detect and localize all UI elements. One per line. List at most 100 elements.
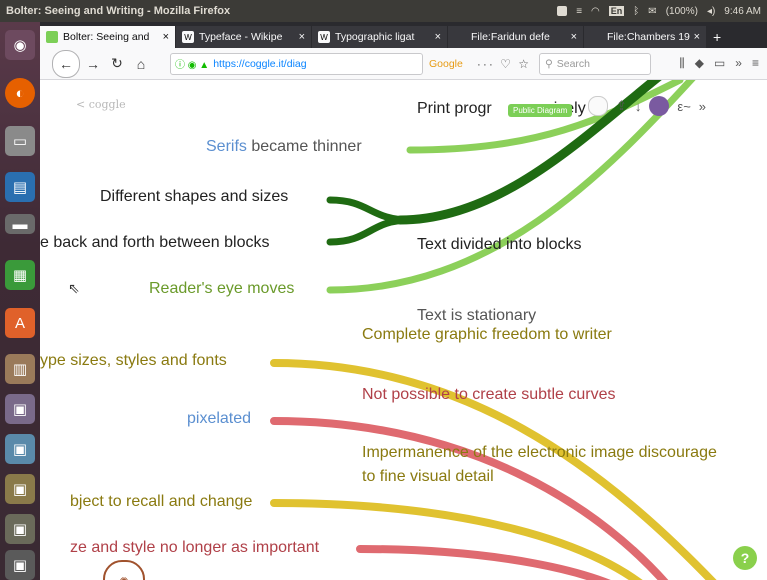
tab-label: File:Chambers 19 [607, 31, 690, 43]
mouse-cursor-icon: ⇖ [68, 280, 80, 296]
expand-icon[interactable]: » [699, 99, 706, 114]
node-subtle[interactable]: Not possible to create subtle curves [362, 386, 615, 404]
close-icon[interactable]: × [571, 31, 577, 43]
overflow-icon[interactable]: » [735, 56, 742, 71]
coggle-logo[interactable]: < coggle [76, 98, 126, 111]
close-icon[interactable]: × [694, 31, 700, 43]
library-icon[interactable]: ⫼ [679, 56, 685, 71]
node-style[interactable]: ze and style no longer as important [70, 539, 319, 557]
node-serifs-keyword: Serifs [206, 138, 247, 155]
toolbar-icons: ⫼ ◆ ▭ » ≡ [679, 56, 767, 71]
node-impermanence-cont[interactable]: to fine visual detail [362, 468, 494, 486]
node-stationary[interactable]: Text is stationary [417, 307, 536, 325]
wikipedia-favicon-icon: W [318, 31, 330, 43]
search-engine-label[interactable]: Google [429, 58, 463, 70]
tab-coggle[interactable]: Bolter: Seeing and × [40, 26, 175, 48]
calc-icon[interactable]: ▦ [5, 260, 35, 290]
firefox-icon[interactable]: ◐ [5, 78, 35, 108]
close-icon[interactable]: × [299, 31, 305, 43]
app-icon[interactable]: ▣ [5, 550, 35, 580]
lock-icon: ⓘ ◉ ▲ [175, 60, 210, 71]
drive-icon[interactable]: ▬ [5, 214, 35, 234]
diagram-toolbar: ⇪ ↓ ε~ » [588, 96, 706, 116]
node-freedom[interactable]: Complete graphic freedom to writer [362, 326, 612, 344]
software-center-icon[interactable]: A [5, 308, 35, 338]
clock[interactable]: 9:46 AM [724, 6, 761, 17]
files-icon[interactable]: ▭ [5, 126, 35, 156]
node-shapes[interactable]: Different shapes and sizes [100, 188, 288, 206]
page-favicon-icon [590, 31, 602, 43]
share-icon[interactable]: ⇪ [616, 98, 627, 114]
download-icon[interactable]: ↓ [635, 99, 642, 114]
tab-faridun[interactable]: File:Faridun defe × [448, 26, 583, 48]
node-print-text: Print progr [417, 100, 492, 117]
comment-icon[interactable] [588, 96, 608, 116]
branch-recall [270, 499, 643, 580]
window-titlebar: Bolter: Seeing and Writing - Mozilla Fir… [0, 0, 767, 22]
search-placeholder: Search [556, 57, 591, 70]
node-text-blocks[interactable]: Text divided into blocks [417, 236, 582, 254]
tab-chambers[interactable]: File:Chambers 19 × [584, 26, 706, 48]
app-icon[interactable]: ▣ [5, 514, 35, 544]
tab-typeface[interactable]: W Typeface - Wikipe × [176, 26, 311, 48]
hamburger-menu-icon[interactable]: ≡ [752, 56, 759, 71]
menu-icon[interactable]: ≡ [576, 6, 582, 17]
node-pixelated[interactable]: pixelated [187, 410, 251, 428]
sidebar-icon[interactable]: ▭ [714, 56, 725, 71]
node-recall[interactable]: bject to recall and change [70, 493, 252, 511]
avatar[interactable] [649, 96, 670, 116]
wikipedia-favicon-icon: W [182, 31, 194, 43]
wifi-icon[interactable]: ◠ [591, 6, 600, 17]
writer-icon[interactable]: ▤ [5, 172, 35, 202]
close-icon[interactable]: × [435, 31, 441, 43]
battery-status[interactable]: (100%) [666, 6, 698, 17]
app-launcher: ◉ ◐ ▭ ▤ ▬ ▦ A ▥ ▣ ▣ ▣ ▣ ▣ [0, 22, 40, 580]
app-icon[interactable]: ▣ [5, 434, 35, 464]
reload-button[interactable]: ↻ [106, 53, 128, 75]
navigation-toolbar: ← → ↻ ⌂ ⓘ ◉ ▲ https://coggle.it/diag Goo… [40, 48, 767, 80]
volume-icon[interactable]: ◂) [707, 6, 715, 17]
ubuntu-dash-icon[interactable]: ◉ [5, 30, 35, 60]
close-icon[interactable]: × [163, 31, 169, 43]
node-serifs[interactable]: Serifs became thinner [206, 138, 362, 156]
tab-label: Typeface - Wikipe [199, 31, 283, 43]
public-diagram-badge: Public Diagram [508, 104, 573, 117]
window-title: Bolter: Seeing and Writing - Mozilla Fir… [6, 5, 231, 17]
tab-label: Typographic ligat [335, 31, 415, 43]
keyboard-language[interactable]: En [608, 6, 625, 16]
url-text: https://coggle.it/diag [213, 57, 307, 70]
branch-style [356, 545, 611, 580]
impress-icon[interactable]: ▥ [5, 354, 35, 384]
search-icon: ⚲ [545, 57, 553, 70]
tab-label: File:Faridun defe [471, 31, 550, 43]
app-icon[interactable]: ▣ [5, 394, 35, 424]
search-input[interactable]: ⚲ Search [539, 52, 652, 75]
coggle-canvas[interactable]: < coggle Print progrively Public Diagram… [40, 80, 767, 580]
branch-shapes [326, 196, 414, 224]
node-blocks-move[interactable]: e back and forth between blocks [40, 234, 269, 252]
node-impermanence[interactable]: Impermanence of the electronic image dis… [362, 444, 717, 462]
home-button[interactable]: ⌂ [130, 53, 152, 75]
node-type-sizes[interactable]: ype sizes, styles and fonts [40, 352, 227, 370]
bluetooth-icon[interactable]: ᛒ [633, 6, 639, 17]
page-favicon-icon [454, 31, 466, 43]
back-button[interactable]: ← [52, 49, 80, 78]
history-icon[interactable]: ε~ [677, 99, 690, 114]
node-serifs-rest: became thinner [246, 138, 362, 155]
tab-strip: Bolter: Seeing and × W Typeface - Wikipe… [40, 22, 767, 48]
url-bar[interactable]: ⓘ ◉ ▲ https://coggle.it/diag [170, 52, 423, 75]
branch-blocks-move [326, 216, 414, 246]
tab-label: Bolter: Seeing and [63, 31, 150, 43]
new-tab-icon[interactable]: + [707, 26, 727, 48]
app-icon[interactable]: ▣ [5, 474, 35, 504]
help-button[interactable]: ? [733, 546, 757, 570]
node-eye-moves[interactable]: Reader's eye moves [149, 280, 294, 298]
tab-ligature[interactable]: W Typographic ligat × [312, 26, 447, 48]
pocket-icon[interactable]: ◆ [695, 56, 704, 71]
page-actions-icon[interactable]: ··· ♡ ☆ [477, 57, 531, 71]
dropbox-icon[interactable] [557, 6, 568, 16]
forward-button[interactable]: → [82, 53, 104, 75]
system-tray: ≡ ◠ En ᛒ ✉ (100%) ◂) 9:46 AM [557, 6, 767, 17]
coggle-favicon-icon [46, 31, 58, 43]
mail-icon[interactable]: ✉ [648, 6, 656, 17]
